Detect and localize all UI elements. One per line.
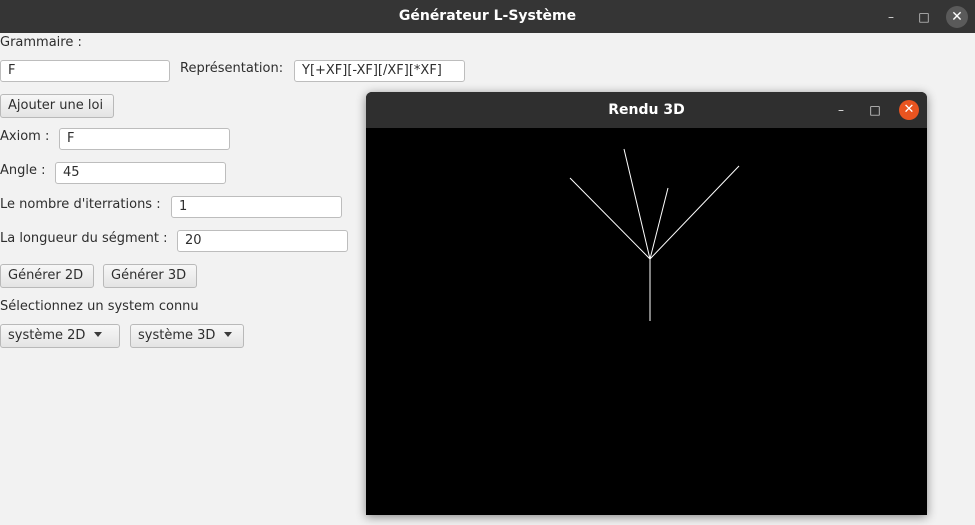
lsystem-drawing — [569, 148, 740, 321]
minimize-icon[interactable]: – — [831, 100, 851, 120]
system-2d-select[interactable]: système 2D — [0, 324, 120, 348]
minimize-icon[interactable]: – — [880, 6, 902, 28]
iterations-input[interactable]: 1 — [171, 196, 342, 218]
branch-right-segment — [649, 165, 740, 260]
main-window-title: Générateur L-Système — [398, 8, 577, 24]
system-3d-select-value: système 3D — [138, 328, 216, 343]
axiom-input[interactable]: F — [59, 128, 230, 150]
branch-upright-segment — [649, 187, 669, 260]
segment-length-label: La longueur du ségment : — [0, 231, 168, 246]
system-3d-select[interactable]: système 3D — [130, 324, 244, 348]
maximize-icon[interactable]: □ — [913, 6, 935, 28]
render-titlebar[interactable]: Rendu 3D – □ ✕ — [366, 92, 927, 128]
known-system-label: Sélectionnez un system connu — [0, 299, 199, 314]
render-canvas[interactable] — [366, 128, 927, 515]
axiom-label: Axiom : — [0, 129, 50, 144]
main-titlebar[interactable]: Générateur L-Système – □ ✕ — [0, 0, 975, 33]
grammaire-input[interactable]: F — [0, 60, 170, 82]
representation-label: Représentation: — [180, 61, 284, 76]
representation-input[interactable]: Y[+XF][-XF][/XF][*XF] — [294, 60, 465, 82]
grammaire-label: Grammaire : — [0, 35, 82, 50]
branch-left-segment — [569, 177, 651, 260]
segment-length-input[interactable]: 20 — [177, 230, 348, 252]
angle-label: Angle : — [0, 163, 46, 178]
generate-2d-button[interactable]: Générer 2D — [0, 264, 94, 288]
generate-3d-button[interactable]: Générer 3D — [103, 264, 197, 288]
branch-upleft-segment — [623, 148, 651, 260]
close-icon[interactable]: ✕ — [946, 6, 968, 28]
chevron-down-icon — [94, 332, 103, 337]
render-window: Rendu 3D – □ ✕ — [366, 92, 927, 515]
system-2d-select-value: système 2D — [8, 328, 86, 343]
close-icon[interactable]: ✕ — [899, 100, 919, 120]
iterations-label: Le nombre d'iterrations : — [0, 197, 161, 212]
add-rule-button[interactable]: Ajouter une loi — [0, 94, 114, 118]
angle-input[interactable]: 45 — [55, 162, 226, 184]
maximize-icon[interactable]: □ — [865, 100, 885, 120]
chevron-down-icon — [224, 332, 233, 337]
